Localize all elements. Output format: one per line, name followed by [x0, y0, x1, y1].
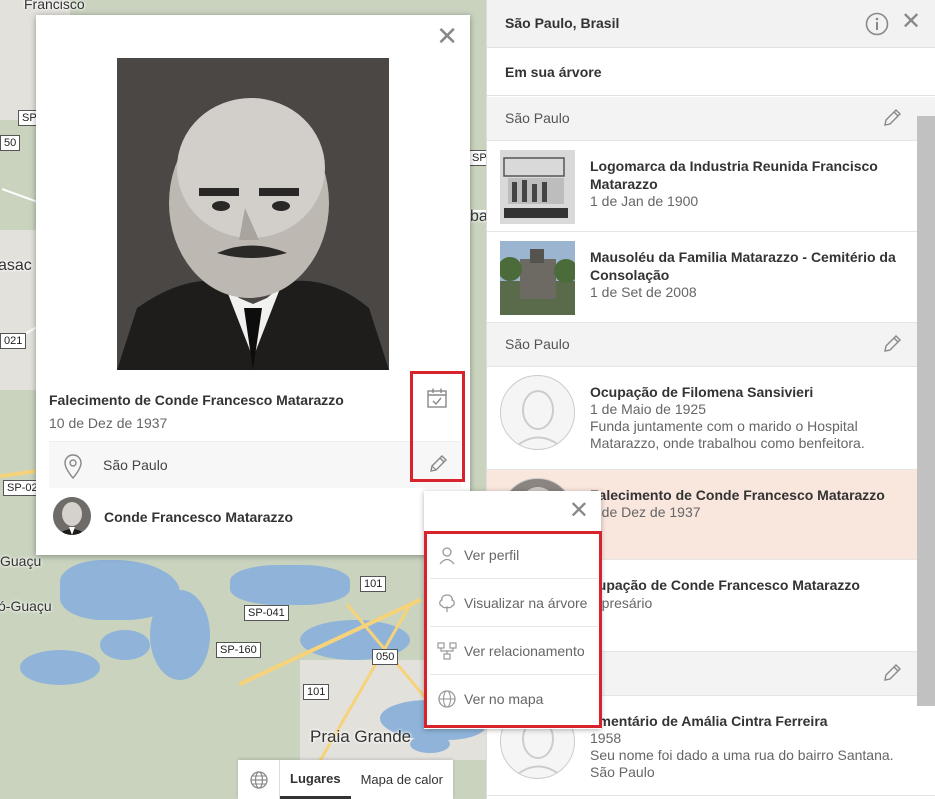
map-label: Francisco — [24, 0, 85, 12]
road-shield: SP- — [468, 150, 486, 166]
item-description: Funda juntamente com o marido o Hospital… — [590, 418, 865, 451]
road-shield: 101 — [303, 684, 330, 700]
road-shield: SP-160 — [216, 642, 261, 658]
item-title: Mausoléu da Familia Matarazzo - Cemitéri… — [590, 249, 896, 283]
globe-icon — [249, 770, 268, 789]
road-shield: 50 — [0, 135, 21, 151]
place-row[interactable]: São Paulo — [49, 441, 461, 488]
highlight-box — [410, 371, 465, 482]
section-header: São Paulo — [487, 97, 935, 141]
in-tree-label: Em sua árvore — [505, 64, 602, 80]
event-date: 10 de Dez de 1937 — [49, 415, 168, 431]
avatar-placeholder — [500, 375, 575, 450]
place-name: São Paulo — [103, 457, 168, 473]
road-shield: SP-041 — [244, 605, 289, 621]
list-item[interactable]: Mausoléu da Familia Matarazzo - Cemitéri… — [487, 232, 935, 323]
person-name: Conde Francesco Matarazzo — [104, 509, 294, 525]
road-shield: 021 — [0, 333, 27, 349]
item-description: Seu nome foi dado a uma rua do bairro Sa… — [590, 747, 894, 780]
panel-title: São Paulo, Brasil — [505, 15, 620, 31]
person-row[interactable]: Conde Francesco Matarazzo — [49, 493, 461, 541]
map-label: Praia Grande — [310, 727, 412, 746]
map-toolbar: Lugares Mapa de calor — [238, 760, 453, 799]
tab-heatmap[interactable]: Mapa de calor — [351, 760, 453, 799]
section-title: São Paulo — [505, 336, 570, 352]
pencil-icon[interactable] — [881, 333, 903, 360]
item-title: Ocupação de Filomena Sansivieri — [590, 384, 814, 400]
map-label: asac — [0, 257, 32, 274]
in-tree-header: Em sua árvore — [487, 48, 935, 96]
item-title: Logomarca da Industria Reunida Francisco… — [590, 158, 878, 192]
highlight-box — [424, 531, 602, 728]
road-shield: 101 — [360, 576, 387, 592]
info-icon[interactable] — [865, 12, 889, 41]
scrollbar[interactable] — [917, 116, 935, 706]
item-title: Falecimento de Conde Francesco Matarazzo — [590, 487, 885, 503]
panel-header: São Paulo, Brasil ✕ — [487, 0, 935, 48]
road-shield: 050 — [372, 649, 399, 665]
section-header: São Paulo — [487, 323, 935, 367]
photo-thumbnail — [500, 241, 575, 315]
item-date: 1958 — [590, 730, 622, 746]
map-pin-icon — [63, 454, 83, 485]
person-photo — [117, 58, 389, 370]
globe-button[interactable] — [238, 760, 280, 799]
close-icon[interactable]: ✕ — [436, 23, 458, 49]
event-popup: ✕ Falecimento de Conde Francesco Mataraz… — [36, 15, 470, 555]
item-title: omentário de Amália Cintra Ferreira — [590, 713, 828, 729]
logo-thumbnail — [500, 150, 575, 224]
list-item[interactable]: Logomarca da Industria Reunida Francisco… — [487, 141, 935, 232]
pencil-icon[interactable] — [881, 107, 903, 134]
item-date: 1 de Maio de 1925 — [590, 401, 706, 417]
map-label: ó-Guaçu — [0, 598, 52, 614]
map-label: Guaçu — [0, 553, 42, 569]
section-title: São Paulo — [505, 110, 570, 126]
close-icon[interactable]: ✕ — [569, 499, 589, 523]
item-date: mpresário — [590, 595, 653, 611]
event-title: Falecimento de Conde Francesco Matarazzo — [49, 392, 344, 408]
avatar — [53, 497, 91, 535]
item-date: 1 de Jan de 1900 — [590, 193, 699, 209]
list-item[interactable]: Ocupação de Filomena Sansivieri 1 de Mai… — [487, 367, 935, 470]
pencil-icon[interactable] — [881, 662, 903, 689]
tab-places[interactable]: Lugares — [280, 760, 351, 799]
close-icon[interactable]: ✕ — [901, 10, 921, 34]
item-title: cupação de Conde Francesco Matarazzo — [590, 577, 860, 593]
item-date: 1 de Set de 2008 — [590, 284, 697, 300]
item-date: 0 de Dez de 1937 — [590, 504, 701, 520]
map-label: ba — [470, 208, 486, 225]
